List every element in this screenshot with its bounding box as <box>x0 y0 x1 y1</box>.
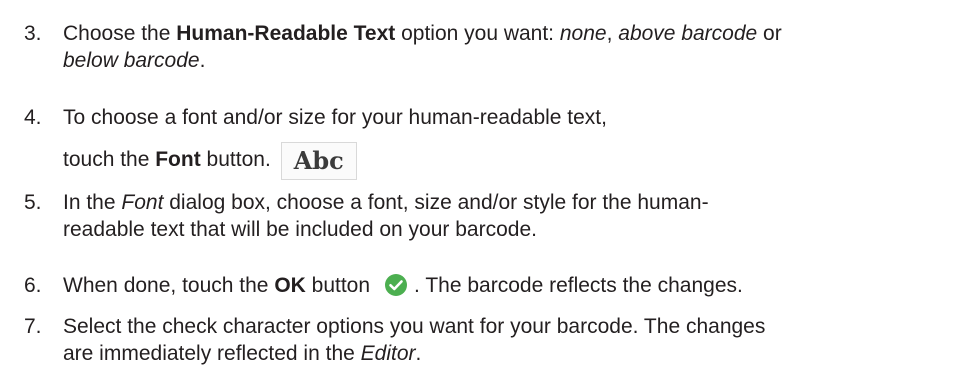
step-text: Select the check character options you w… <box>63 315 766 365</box>
font-button[interactable]: Abc <box>280 142 357 180</box>
step-number: 7. <box>24 315 42 338</box>
step-text: touch the Font button. Abc <box>63 142 973 180</box>
step-number: 5. <box>24 191 42 214</box>
step-number: 4. <box>24 106 42 129</box>
step-number: 6. <box>24 274 42 297</box>
step-text: Choose the Human-Readable Text option yo… <box>63 22 782 72</box>
step-text: To choose a font and/or size for your hu… <box>63 106 607 129</box>
step-number: 3. <box>24 22 42 45</box>
step-text: When done, touch the OK button. The barc… <box>63 273 743 297</box>
font-label: Font <box>155 148 201 171</box>
ok-label: OK <box>274 274 306 297</box>
step-text: In the Font dialog box, choose a font, s… <box>63 191 709 241</box>
option-name: Human-Readable Text <box>176 22 396 45</box>
check-circle-icon[interactable] <box>384 273 408 297</box>
